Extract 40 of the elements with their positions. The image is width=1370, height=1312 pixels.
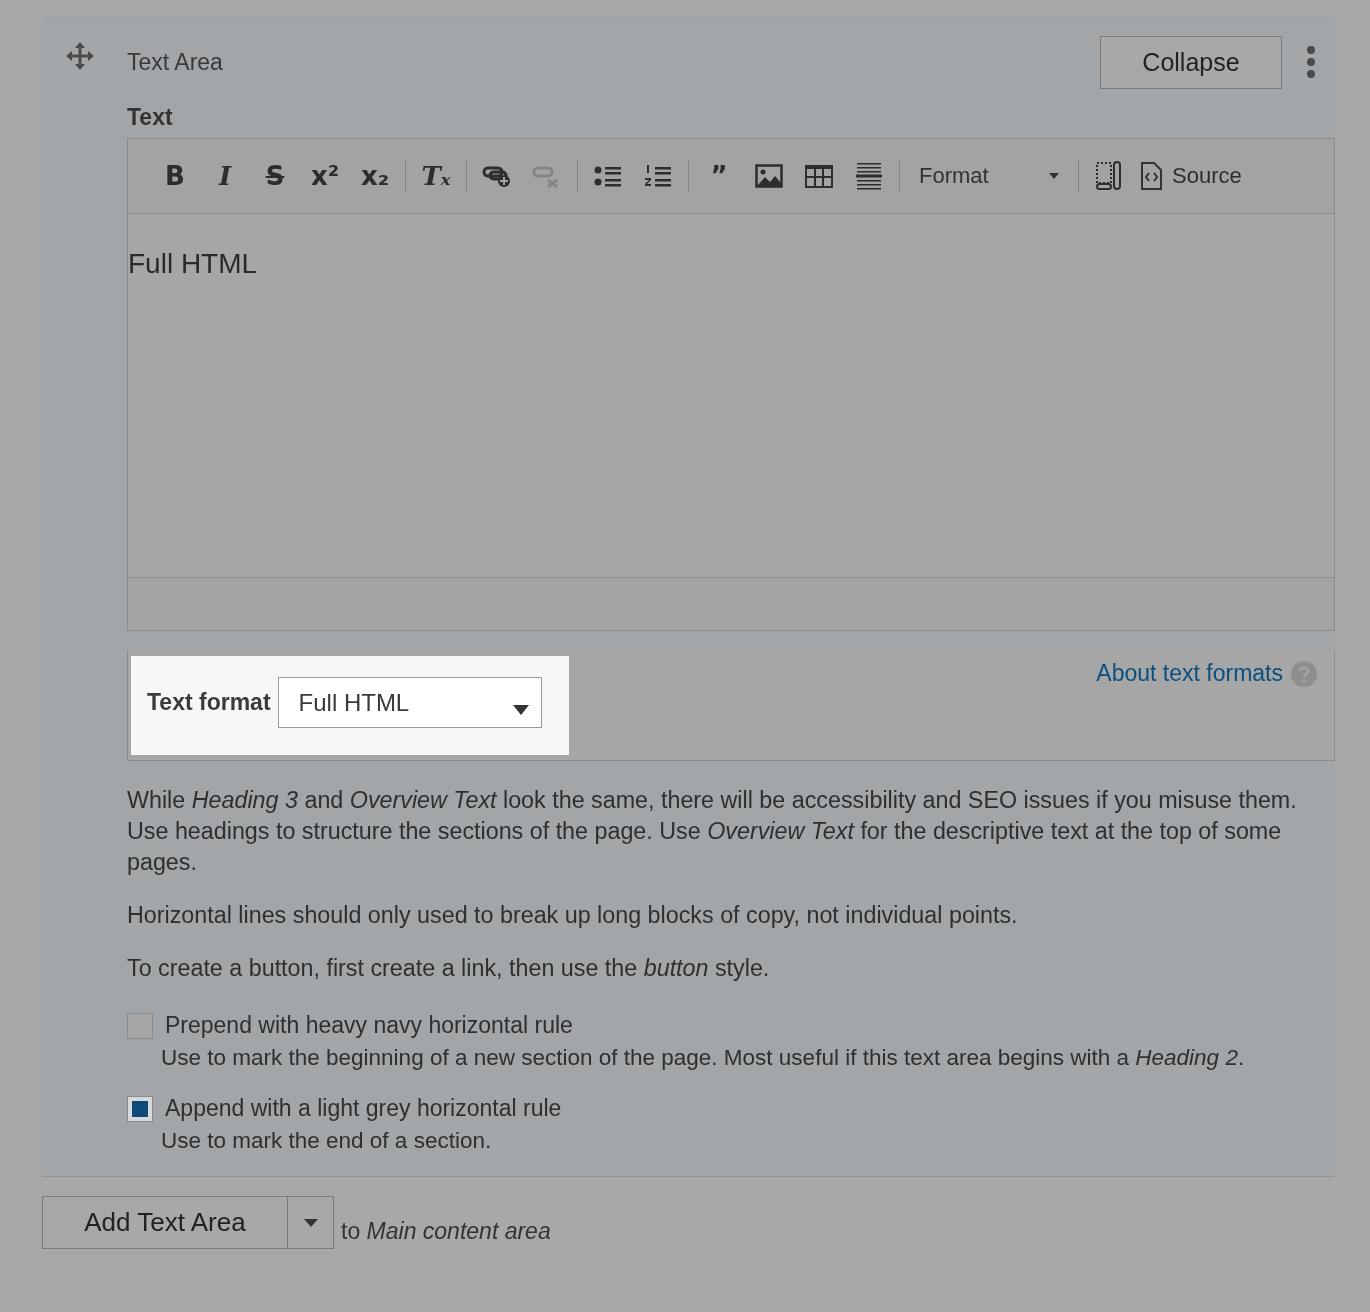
checkbox-label[interactable]: Prepend with heavy navy horizontal rule (165, 1012, 573, 1039)
caret-icon (512, 704, 529, 715)
checkbox[interactable] (127, 1012, 153, 1039)
option-description: Use to mark the beginning of a new section of the page. Most useful if this text area begins with a Heading 2. (161, 1045, 1246, 1071)
toolbar-button[interactable]: B (156, 156, 194, 196)
text-format-select[interactable]: Full HTML (277, 677, 542, 728)
help-text: To create a button, first create a link, then use the button style. (127, 954, 771, 983)
caret-icon (1049, 173, 1059, 179)
option-description: Use to mark the end of a section. (161, 1128, 493, 1154)
text-format-label: Text format (147, 689, 271, 716)
bulleted-list-icon (594, 164, 622, 188)
add-options-button[interactable] (288, 1196, 334, 1249)
panel-title: Text Area (127, 48, 224, 76)
format-dropdown[interactable]: Format (905, 163, 1065, 189)
checkbox[interactable] (127, 1095, 153, 1122)
image-icon (755, 164, 783, 188)
add-target-text: to Main content area (341, 1218, 551, 1245)
collapse-button[interactable]: Collapse (1100, 35, 1282, 89)
strikethrough-button[interactable]: S (256, 156, 294, 196)
show-blocks-icon (1095, 161, 1123, 191)
caret-icon (303, 1218, 318, 1227)
table-icon (804, 164, 834, 188)
horizontal-line-icon (856, 162, 882, 190)
numbered-list-icon (644, 164, 672, 188)
toolbar-button[interactable]: ” (700, 156, 738, 196)
source-button[interactable]: Source (1140, 156, 1242, 196)
more-options-icon[interactable] (1306, 45, 1316, 79)
add-text-area-button[interactable]: Add Text Area (42, 1196, 288, 1249)
help-text: While Heading 3 and Overview Text look the same, there will be accessibility and SEO issues if you misuse them. Use headings to structure the sections of the page. Use Overview Text for the descriptive text at the top of some pages. (127, 786, 1298, 877)
about-text-formats-link[interactable]: About text formats (1096, 660, 1283, 687)
toolbar-button[interactable]: Tₓ (417, 156, 455, 196)
checkbox-label[interactable]: Append with a light grey horizontal rule (165, 1095, 562, 1122)
toolbar-button[interactable]: x² (306, 156, 344, 196)
help-text: Horizontal lines should only used to break up long blocks of copy, not individual points. (127, 901, 1019, 930)
toolbar-button[interactable]: I (206, 156, 244, 196)
code-file-icon (1140, 162, 1162, 190)
move-icon[interactable] (66, 42, 94, 70)
toolbar-button[interactable]: x₂ (356, 156, 394, 196)
field-label: Text (127, 104, 174, 131)
link-icon (482, 164, 512, 188)
